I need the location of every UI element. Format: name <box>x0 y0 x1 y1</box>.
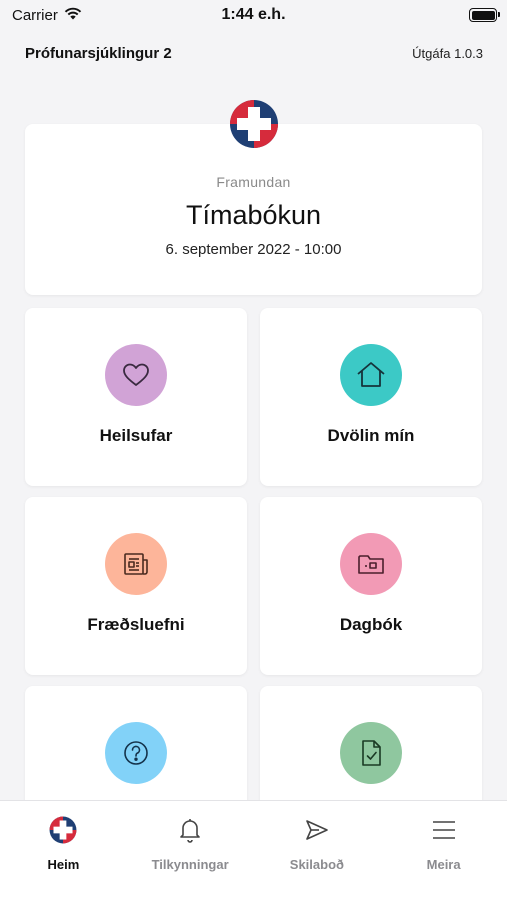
menu-icon <box>429 815 459 845</box>
tile-heilsufar[interactable]: Heilsufar <box>25 308 247 486</box>
tile-label: Fræðsluefni <box>87 615 185 634</box>
brand-logo-icon <box>229 99 279 149</box>
patient-name: Prófunarsjúklingur 2 <box>25 44 172 62</box>
bell-icon <box>175 815 205 845</box>
tile-label: Dvölin mín <box>327 426 415 445</box>
tile-label: Heilsufar <box>99 426 173 445</box>
battery-icon <box>469 8 500 22</box>
heart-icon <box>105 344 167 406</box>
header: Prófunarsjúklingur 2 Útgáfa 1.0.3 <box>0 40 507 66</box>
tab-meira[interactable]: Meira <box>380 801 507 900</box>
upcoming-appointment-card[interactable]: Framundan Tímabókun 6. september 2022 - … <box>25 124 482 295</box>
tile-dagbok[interactable]: Dagbók <box>260 497 482 675</box>
home-logo-icon <box>48 815 78 845</box>
help-icon <box>105 722 167 784</box>
appointment-date: 6. september 2022 - 10:00 <box>165 241 342 258</box>
newspaper-icon <box>105 533 167 595</box>
home-icon <box>340 344 402 406</box>
upcoming-label: Framundan <box>216 174 291 190</box>
app-version: Útgáfa 1.0.3 <box>412 45 483 61</box>
tab-skilabod[interactable]: Skilaboð <box>254 801 381 900</box>
tab-label: Heim <box>47 857 80 872</box>
tile-fraedsluefni[interactable]: Fræðsluefni <box>25 497 247 675</box>
tile-dvolin-min[interactable]: Dvölin mín <box>260 308 482 486</box>
tab-bar: Heim Tilkynningar Skilaboð Meira <box>0 800 507 900</box>
tab-label: Tilkynningar <box>151 857 229 872</box>
wifi-icon <box>64 7 82 24</box>
carrier-label: Carrier <box>12 6 58 24</box>
send-icon <box>302 815 332 845</box>
tile-label: Dagbók <box>339 615 403 634</box>
tab-tilkynningar[interactable]: Tilkynningar <box>127 801 254 900</box>
status-bar: Carrier 1:44 e.h. <box>0 0 507 30</box>
tab-label: Skilaboð <box>289 857 344 872</box>
appointment-title: Tímabókun <box>185 200 322 230</box>
tab-label: Meira <box>426 857 461 872</box>
document-check-icon <box>340 722 402 784</box>
folder-icon <box>340 533 402 595</box>
tab-heim[interactable]: Heim <box>0 801 127 900</box>
